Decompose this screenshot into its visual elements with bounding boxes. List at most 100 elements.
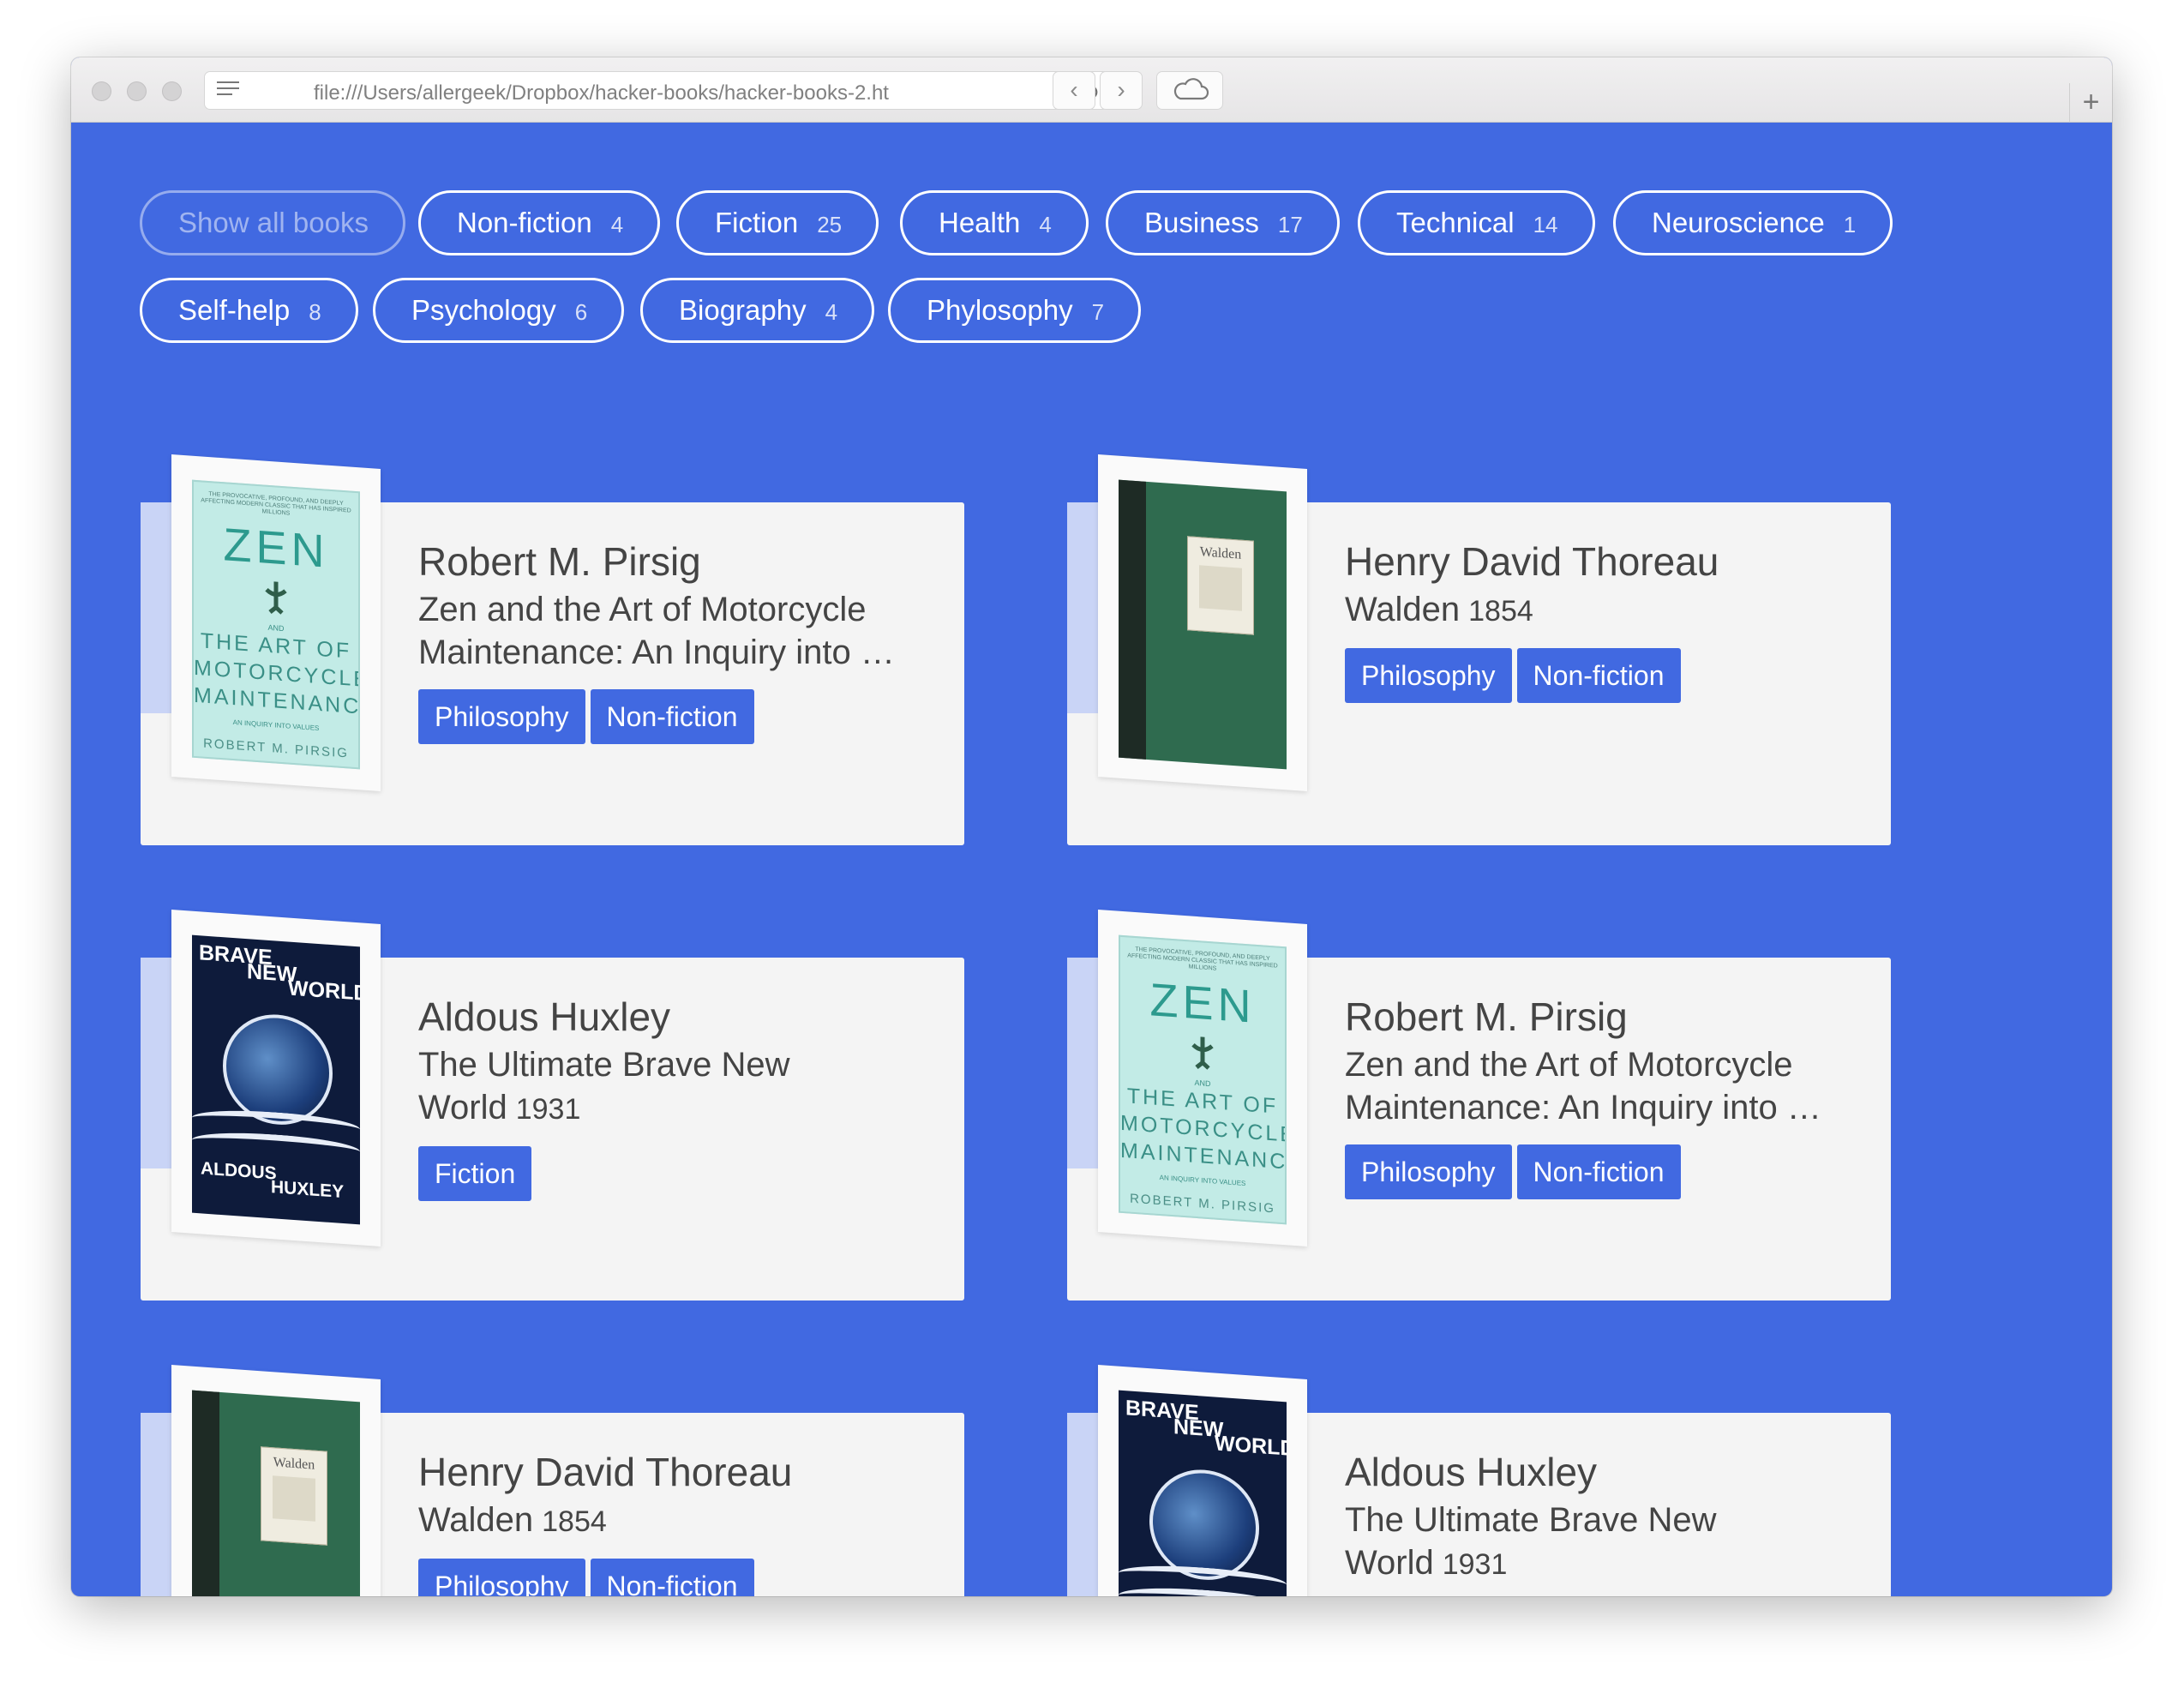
close-window-button[interactable]	[92, 81, 111, 101]
tag-philosophy[interactable]: Philosophy	[418, 1559, 585, 1596]
book-author[interactable]: Henry David Thoreau	[1345, 535, 1825, 588]
book-info: Henry David Thoreau Walden 1854 Philosoph…	[418, 1445, 898, 1596]
cloud-icon	[1173, 78, 1209, 100]
reader-icon[interactable]	[217, 81, 239, 100]
browser-window: file:///Users/allergeek/Dropbox/hacker-b…	[71, 57, 2112, 1596]
book-author[interactable]: Aldous Huxley	[418, 990, 898, 1043]
tag-philosophy[interactable]: Philosophy	[1345, 648, 1512, 703]
title-bar: file:///Users/allergeek/Dropbox/hacker-b…	[71, 57, 2112, 123]
book-info: Aldous Huxley The Ultimate Brave New Wor…	[418, 990, 898, 1201]
filter-label: Health	[939, 207, 1021, 238]
tag-philosophy[interactable]: Philosophy	[1345, 1144, 1512, 1199]
book-title[interactable]: The Ultimate Brave New World 1931	[1345, 1499, 1825, 1586]
book-card[interactable]: Walden Henry David Thoreau Walden 1854 Ph…	[141, 1365, 964, 1596]
address-bar[interactable]: file:///Users/allergeek/Dropbox/hacker-b…	[204, 71, 1109, 110]
filter-count: 14	[1533, 212, 1558, 237]
book-cover[interactable]: Walden	[1098, 454, 1307, 792]
filter-show-all[interactable]: Show all books	[140, 190, 405, 255]
tag-non-fiction[interactable]: Non-fiction	[1516, 1144, 1681, 1199]
book-info: Robert M. Pirsig Zen and the Art of Moto…	[1345, 990, 1825, 1199]
book-card[interactable]: BRAVE NEW WORLD Aldous Huxley The Ultima…	[1067, 1365, 1891, 1596]
filter-label: Psychology	[411, 294, 556, 326]
book-title[interactable]: Walden 1854	[418, 1499, 898, 1543]
tag-non-fiction[interactable]: Non-fiction	[1516, 648, 1681, 703]
book-cover[interactable]: Walden	[171, 1365, 381, 1596]
book-tags: Philosophy Non-fiction	[1345, 1144, 1825, 1199]
book-card[interactable]: THE PROVOCATIVE, PROFOUND, AND DEEPLY AF…	[141, 454, 964, 845]
book-cover[interactable]: THE PROVOCATIVE, PROFOUND, AND DEEPLY AF…	[1098, 910, 1307, 1247]
filter-self-help[interactable]: Self-help 8	[140, 278, 358, 343]
filter-count: 17	[1277, 212, 1303, 237]
url-text[interactable]: file:///Users/allergeek/Dropbox/hacker-b…	[314, 81, 939, 105]
book-author[interactable]: Robert M. Pirsig	[1345, 990, 1825, 1043]
filter-count: 4	[610, 212, 624, 237]
filter-biography[interactable]: Biography 4	[640, 278, 875, 343]
filter-business[interactable]: Business 17	[1106, 190, 1340, 255]
filter-psychology[interactable]: Psychology 6	[373, 278, 625, 343]
book-cover[interactable]: THE PROVOCATIVE, PROFOUND, AND DEEPLY AF…	[171, 454, 381, 792]
book-cover[interactable]: BRAVE NEW WORLD	[1098, 1365, 1307, 1596]
filter-label: Self-help	[178, 294, 291, 326]
brave-new-world-cover-image: BRAVE NEW WORLD ALDOUS HUXLEY	[192, 934, 360, 1225]
filter-neuroscience[interactable]: Neuroscience 1	[1613, 190, 1893, 255]
walden-cover-image: Walden	[1119, 479, 1287, 770]
filter-label: Fiction	[715, 207, 799, 238]
book-info: Aldous Huxley The Ultimate Brave New Wor…	[1345, 1445, 1825, 1586]
book-year: 1854	[542, 1505, 607, 1538]
book-card[interactable]: Walden Henry David Thoreau Walden 1854 Ph…	[1067, 454, 1891, 845]
book-title[interactable]: Zen and the Art of Motorcycle Maintenanc…	[418, 588, 898, 674]
filter-label: Non-fiction	[457, 207, 592, 238]
book-tags: Philosophy Non-fiction	[1345, 648, 1825, 703]
book-card[interactable]: BRAVE NEW WORLD ALDOUS HUXLEY Aldous Hux…	[141, 910, 964, 1301]
filter-technical[interactable]: Technical 14	[1358, 190, 1595, 255]
book-author[interactable]: Robert M. Pirsig	[418, 535, 898, 588]
filter-phylosophy[interactable]: Phylosophy 7	[888, 278, 1142, 343]
cloud-tabs-button[interactable]	[1156, 71, 1223, 110]
cabin-icon	[1199, 565, 1242, 611]
tag-philosophy[interactable]: Philosophy	[418, 689, 585, 744]
book-info: Henry David Thoreau Walden 1854 Philosoph…	[1345, 535, 1825, 703]
book-tags: Philosophy Non-fiction	[418, 689, 898, 744]
book-tags: Philosophy Non-fiction	[418, 1559, 898, 1596]
book-card[interactable]: THE PROVOCATIVE, PROFOUND, AND DEEPLY AF…	[1067, 910, 1891, 1301]
filter-label: Technical	[1396, 207, 1515, 238]
forward-button[interactable]: ›	[1100, 71, 1143, 110]
book-year: 1931	[1442, 1548, 1508, 1581]
filter-non-fiction[interactable]: Non-fiction 4	[418, 190, 661, 255]
filter-label: Biography	[679, 294, 807, 326]
wrench-icon	[265, 581, 287, 615]
book-year: 1931	[515, 1093, 581, 1126]
zen-cover-image: THE PROVOCATIVE, PROFOUND, AND DEEPLY AF…	[192, 479, 360, 770]
filter-health[interactable]: Health 4	[900, 190, 1089, 255]
zoom-window-button[interactable]	[162, 81, 182, 101]
book-tags: Fiction	[418, 1146, 898, 1201]
brave-new-world-cover-image: BRAVE NEW WORLD	[1119, 1390, 1287, 1596]
book-cover[interactable]: BRAVE NEW WORLD ALDOUS HUXLEY	[171, 910, 381, 1247]
cabin-icon	[273, 1475, 315, 1522]
new-tab-button[interactable]: +	[2069, 83, 2112, 123]
book-author[interactable]: Henry David Thoreau	[418, 1445, 898, 1499]
book-info: Robert M. Pirsig Zen and the Art of Moto…	[418, 535, 898, 744]
filter-count: 4	[1039, 212, 1052, 237]
page-content: Show all books Non-fiction 4 Fiction 25 He…	[71, 123, 2112, 1596]
wrench-icon	[1191, 1036, 1214, 1070]
filter-count: 8	[309, 299, 321, 325]
book-title[interactable]: The Ultimate Brave New World 1931	[418, 1043, 898, 1131]
filter-fiction[interactable]: Fiction 25	[676, 190, 879, 255]
filter-count: 4	[825, 299, 838, 325]
filter-count: 7	[1091, 299, 1105, 325]
filter-count: 1	[1843, 212, 1857, 237]
filter-label: Business	[1144, 207, 1259, 238]
tag-fiction[interactable]: Fiction	[418, 1146, 532, 1201]
back-button[interactable]: ‹	[1053, 71, 1095, 110]
filter-label: Neuroscience	[1652, 207, 1825, 238]
book-title[interactable]: Walden 1854	[1345, 588, 1825, 633]
tag-non-fiction[interactable]: Non-fiction	[590, 689, 754, 744]
book-title[interactable]: Zen and the Art of Motorcycle Maintenanc…	[1345, 1043, 1825, 1129]
book-year: 1854	[1468, 595, 1533, 628]
walden-cover-image: Walden	[192, 1390, 360, 1596]
filter-label: Show all books	[178, 207, 369, 238]
tag-non-fiction[interactable]: Non-fiction	[590, 1559, 754, 1596]
minimize-window-button[interactable]	[127, 81, 147, 101]
book-author[interactable]: Aldous Huxley	[1345, 1445, 1825, 1499]
